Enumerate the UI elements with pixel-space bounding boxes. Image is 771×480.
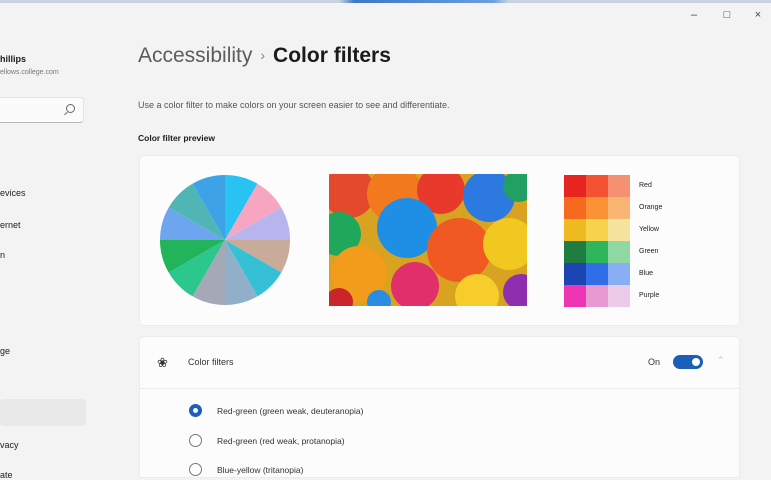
- radio-label-tritanopia[interactable]: Blue-yellow (tritanopia): [217, 465, 303, 475]
- swatch-cell: [586, 285, 608, 307]
- swatch-label: Blue: [639, 270, 654, 277]
- swatch-cell: [586, 241, 608, 263]
- swatch-cell: [586, 197, 608, 219]
- toggle-state-text: On: [648, 357, 661, 367]
- breadcrumb-accessibility[interactable]: Accessibility: [138, 44, 252, 67]
- swatch-cell: [586, 175, 608, 197]
- chevron-up-icon[interactable]: ⌃: [717, 355, 725, 366]
- pie-preview: [160, 175, 290, 305]
- toggle-knob: [692, 358, 700, 366]
- page-title: Accessibility › Color filters: [138, 44, 391, 68]
- sidebar-item-personalization[interactable]: n: [0, 250, 5, 260]
- swatch-cell: [586, 219, 608, 241]
- swatch-cell: [608, 285, 630, 307]
- sidebar-item-privacy[interactable]: vacy: [0, 440, 19, 450]
- swatch-cell: [586, 263, 608, 285]
- swatch-label: Green: [639, 248, 659, 255]
- swatch-cell: [564, 241, 586, 263]
- profile-email: ellows.college.com: [0, 69, 59, 76]
- radio-deuteranopia[interactable]: [189, 404, 202, 417]
- swatch-label: Purple: [639, 292, 660, 299]
- swatch-label: Orange: [639, 204, 663, 211]
- radio-tritanopia[interactable]: [189, 463, 202, 476]
- swatch-label: Red: [639, 182, 652, 189]
- divider: [140, 388, 739, 389]
- sidebar-item-language[interactable]: ge: [0, 346, 10, 356]
- sidebar-item-devices[interactable]: evices: [0, 188, 26, 198]
- umbrellas-image: [329, 174, 527, 306]
- color-palette-icon: ❀: [157, 355, 168, 370]
- swatch-cell: [564, 263, 586, 285]
- radio-protanopia[interactable]: [189, 434, 202, 447]
- swatch-cell: [608, 219, 630, 241]
- swatch-cell: [608, 263, 630, 285]
- minimize-button[interactable]: –: [686, 9, 702, 21]
- swatch-cell: [608, 197, 630, 219]
- page-title-current: Color filters: [273, 44, 391, 67]
- swatch-cell: [608, 175, 630, 197]
- profile-name: hillips: [0, 54, 27, 64]
- swatch-cell: [564, 197, 586, 219]
- maximize-button[interactable]: □: [719, 9, 735, 21]
- swatch-label: Yellow: [639, 226, 659, 233]
- color-filters-toggle[interactable]: [673, 355, 703, 369]
- breadcrumb-separator: ›: [260, 47, 266, 63]
- swatch-cell: [564, 285, 586, 307]
- search-icon: [66, 104, 75, 113]
- page-description: Use a color filter to make colors on you…: [138, 100, 450, 110]
- swatch-cell: [564, 175, 586, 197]
- preview-heading: Color filter preview: [138, 133, 215, 143]
- swatch-cell: [608, 241, 630, 263]
- sidebar-item-selected[interactable]: [0, 399, 86, 426]
- radio-label-protanopia[interactable]: Red-green (red weak, protanopia): [217, 436, 345, 446]
- sidebar-item-network-internet[interactable]: ernet: [0, 220, 21, 230]
- color-filters-label: Color filters: [188, 357, 234, 367]
- radio-label-deuteranopia[interactable]: Red-green (green weak, deuteranopia): [217, 406, 363, 416]
- close-button[interactable]: ×: [750, 9, 766, 21]
- sidebar-item-update[interactable]: ate: [0, 470, 13, 480]
- search-input[interactable]: [0, 97, 84, 123]
- swatch-cell: [564, 219, 586, 241]
- window-top-strip: [0, 0, 771, 3]
